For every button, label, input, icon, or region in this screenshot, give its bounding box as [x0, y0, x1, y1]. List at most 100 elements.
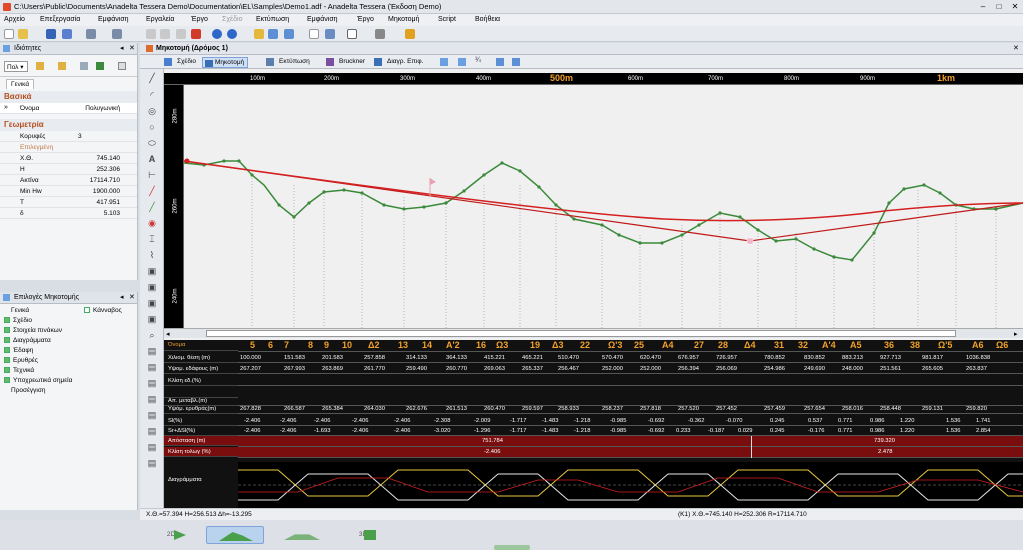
lock4-icon[interactable]: ▣	[147, 314, 157, 324]
view-2d-button[interactable]: 2D	[142, 526, 200, 544]
new-icon[interactable]	[4, 29, 14, 39]
list-icon[interactable]	[375, 29, 385, 39]
paste-icon[interactable]	[176, 29, 186, 39]
layer8-tool-icon[interactable]: ▤	[147, 458, 157, 468]
option-reds[interactable]: Ερυθρές	[0, 357, 137, 367]
copy-icon[interactable]	[160, 29, 170, 39]
checkbox[interactable]	[4, 357, 10, 363]
panel-close-icon[interactable]: ✕	[129, 293, 135, 301]
ground-line[interactable]	[184, 160, 1023, 261]
undo-icon[interactable]	[86, 29, 96, 39]
grid-icon[interactable]	[80, 62, 88, 70]
prop-row[interactable]: Η 252.306	[0, 164, 137, 175]
print-preview-icon[interactable]	[325, 29, 335, 39]
menu-tools[interactable]: Εργαλεία	[146, 16, 174, 23]
profile-table[interactable]: 56 78 9 10 Δ2 13 14 Α'2 16 Ω3 19 Δ3 22 Ω'3 25 Α…	[238, 340, 1023, 462]
page-icon[interactable]	[309, 29, 319, 39]
scroll-left-icon[interactable]: ◂	[166, 330, 170, 338]
view-profile-button[interactable]	[206, 526, 264, 544]
target-tool-icon[interactable]: ◉	[147, 218, 157, 228]
delete-icon[interactable]	[191, 29, 201, 39]
option-technical[interactable]: Τεχνικά	[0, 367, 137, 377]
profile-canvas[interactable]	[184, 85, 1023, 328]
option-mandatory-points[interactable]: Υποχρεωτικά σημεία	[0, 377, 137, 387]
start-marker[interactable]	[184, 158, 190, 164]
redo-icon[interactable]	[112, 29, 122, 39]
menu-print[interactable]: Εκτύπωση	[256, 16, 289, 23]
tab-bruckner[interactable]: Bruckner	[336, 57, 368, 68]
save-as-icon[interactable]	[62, 29, 72, 39]
prop-row[interactable]: Χ.Θ. 745.140	[0, 153, 137, 164]
cut-icon[interactable]	[146, 29, 156, 39]
prop-row[interactable]: Κορυφές 3	[0, 131, 137, 142]
menu-help[interactable]: Βοήθεια	[475, 16, 500, 23]
option-diagrams[interactable]: Διαγράμματα	[0, 337, 137, 347]
layer5-tool-icon[interactable]: ▤	[147, 410, 157, 420]
green-line-tool-icon[interactable]: ╱	[147, 202, 157, 212]
sort-icon[interactable]	[36, 62, 44, 70]
pin-icon[interactable]: ◂	[120, 44, 124, 52]
view-3d-button[interactable]: 3D	[334, 526, 392, 544]
close-icon[interactable]: ✕	[1009, 2, 1021, 12]
tab-profile[interactable]: Μηκοτομή	[202, 57, 249, 68]
bridge-tool-icon[interactable]: ⌇	[147, 250, 157, 260]
window-icon[interactable]	[512, 58, 520, 66]
horizontal-scrollbar[interactable]: ◂ ▸	[164, 328, 1023, 338]
wand-icon[interactable]	[405, 29, 415, 39]
grade-line-curve[interactable]	[184, 160, 1023, 222]
option-drawing[interactable]: Σχέδιο	[0, 317, 137, 327]
lock3-icon[interactable]: ▣	[147, 298, 157, 308]
zoom-in-icon[interactable]	[440, 58, 448, 66]
pin-icon[interactable]: ◂	[120, 293, 124, 301]
prop-row[interactable]: Ακτίνα 17114.710	[0, 175, 137, 186]
open-icon[interactable]	[18, 29, 28, 39]
structure-tool-icon[interactable]: ⌶	[147, 234, 157, 244]
prop-row[interactable]: T 417.951	[0, 197, 137, 208]
object-select[interactable]: Πολ ▾	[4, 61, 28, 72]
checkbox[interactable]	[4, 367, 10, 373]
scroll-thumb[interactable]	[206, 330, 956, 337]
zoom-extent-icon[interactable]	[284, 29, 294, 39]
tab-print[interactable]: Εκτύπωση	[276, 57, 313, 68]
dimension-tool-icon[interactable]: ⊢	[147, 170, 157, 180]
zoom-tool-icon[interactable]: ⌕	[147, 330, 157, 340]
checkbox[interactable]	[4, 317, 10, 323]
grade-line-polygon[interactable]	[184, 160, 1023, 242]
lock-icon[interactable]: ▣	[147, 266, 157, 276]
checkbox[interactable]	[4, 327, 10, 333]
scale-icon[interactable]: ¾	[475, 57, 481, 64]
red-line-tool-icon[interactable]: ╱	[147, 186, 157, 196]
menu-view-2[interactable]: Εμφάνιση	[307, 16, 338, 23]
checkbox[interactable]	[4, 337, 10, 343]
zoom-out-icon[interactable]	[458, 58, 466, 66]
menu-profile[interactable]: Μηκοτομή	[388, 16, 419, 23]
pencil-icon[interactable]	[254, 29, 264, 39]
line-tool-icon[interactable]: ╱	[147, 73, 157, 83]
layer3-tool-icon[interactable]: ▤	[147, 378, 157, 388]
text-tool-icon[interactable]: A	[147, 154, 157, 164]
layer4-tool-icon[interactable]: ▤	[147, 394, 157, 404]
prop-name[interactable]: » Όνομα Πολυγωνική	[0, 103, 137, 114]
circle2-tool-icon[interactable]: ○	[147, 122, 157, 132]
layer-tool-icon[interactable]: ▤	[147, 346, 157, 356]
ellipse-tool-icon[interactable]: ⬭	[147, 138, 157, 148]
forward-icon[interactable]	[227, 29, 237, 39]
option-approximation[interactable]: Προσέγγιση	[0, 387, 137, 397]
layout-icon[interactable]	[347, 29, 357, 39]
vertex-marker[interactable]	[746, 237, 754, 245]
back-icon[interactable]	[212, 29, 222, 39]
circle-tool-icon[interactable]: ◎	[147, 106, 157, 116]
menu-project[interactable]: Έργο	[191, 16, 208, 23]
menu-file[interactable]: Αρχείο	[4, 16, 25, 23]
panel-close-icon[interactable]: ✕	[129, 44, 135, 52]
option-general[interactable]: Γενικά Κάνναβος	[0, 307, 137, 317]
resize-grip-icon[interactable]	[494, 545, 530, 550]
document-close-icon[interactable]: ✕	[1013, 44, 1019, 52]
tab-surface-diagram[interactable]: Διαγρ. Επιφ.	[384, 57, 426, 68]
maximize-icon[interactable]: □	[993, 2, 1005, 12]
superelevation-diagram[interactable]	[238, 462, 1023, 508]
prop-row[interactable]: δ 5.103	[0, 208, 137, 219]
menu-script[interactable]: Script	[438, 16, 456, 23]
menu-view[interactable]: Εμφάνιση	[98, 16, 129, 23]
tab-general[interactable]: Γενικά	[6, 79, 35, 89]
